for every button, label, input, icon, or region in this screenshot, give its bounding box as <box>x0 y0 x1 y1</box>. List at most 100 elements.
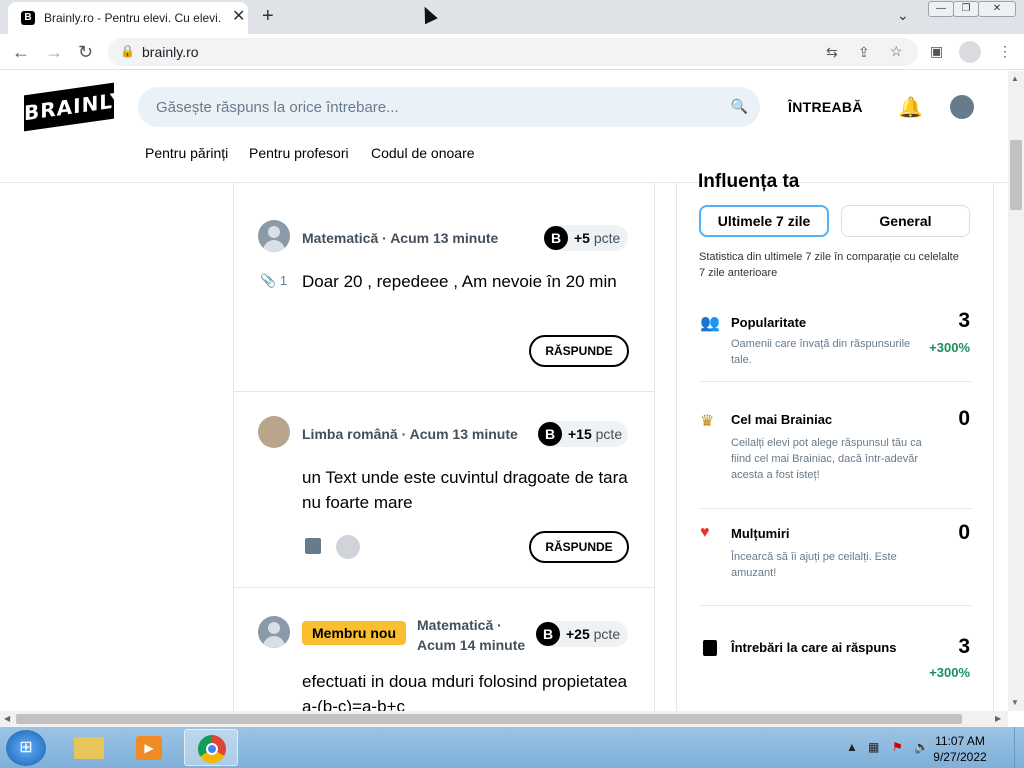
stat-title: Popularitate <box>731 315 807 330</box>
taskbar-clock[interactable]: 11:07 AM 9/27/2022 <box>930 733 990 765</box>
horizontal-scroll-thumb[interactable] <box>16 714 962 724</box>
nav-honor-code-link[interactable]: Codul de onoare <box>371 145 475 161</box>
search-input[interactable]: Găsește răspuns la orice întrebare... 🔍 <box>138 87 760 127</box>
reload-icon[interactable]: ↻ <box>78 43 93 61</box>
user-avatar[interactable] <box>950 95 974 119</box>
feed-left-border <box>233 183 234 711</box>
stat-change: +300% <box>929 665 970 680</box>
stat-title: Întrebări la care ai răspuns <box>731 640 897 655</box>
points-badge: B +25 pcte <box>536 621 628 647</box>
taskbar-chrome[interactable] <box>184 729 238 766</box>
stat-value: 0 <box>958 407 970 430</box>
ask-question-button[interactable]: ÎNTREABĂ <box>788 99 863 115</box>
network-icon[interactable]: ▦ <box>868 740 879 754</box>
translate-icon[interactable]: ⇆ <box>826 44 838 61</box>
question-subject[interactable]: Matematică · <box>417 615 525 635</box>
question-text[interactable]: Doar 20 , repedeee , Am nevoie în 20 min <box>302 269 632 294</box>
points-value: +5 <box>574 230 590 246</box>
clock-date: 9/27/2022 <box>933 750 987 764</box>
points-badge: B +5 pcte <box>544 225 628 251</box>
points-value: +15 <box>568 426 592 442</box>
stat-description: Oamenii care învață din răspunsurile tal… <box>731 338 911 366</box>
browser-menu-icon[interactable]: ⋮ <box>998 43 1012 60</box>
start-button[interactable]: ⊞ <box>6 730 46 766</box>
brainly-logo[interactable]: BRAINLY <box>24 82 125 132</box>
share-icon[interactable]: ⇪ <box>858 44 870 61</box>
side-panel-icon[interactable]: ▣ <box>930 43 943 60</box>
header-divider <box>0 182 1008 183</box>
tab-last-7-days[interactable]: Ultimele 7 zile <box>699 205 829 237</box>
stat-description: Încearcă să îi ajuți pe ceilalți. Este a… <box>731 551 897 579</box>
chrome-icon <box>198 735 226 763</box>
tray-expand-icon[interactable]: ▲ <box>846 740 858 754</box>
stat-title: Cel mai Brainiac <box>731 412 833 427</box>
address-bar[interactable]: 🔒 brainly.ro <box>108 38 918 66</box>
media-player-icon: ▶ <box>136 736 162 760</box>
minimize-button[interactable]: — <box>928 1 954 17</box>
question-text[interactable]: efectuati in doua mduri folosind propiet… <box>302 669 632 711</box>
taskbar-media-player[interactable]: ▶ <box>122 729 176 766</box>
question-text[interactable]: un Text unde este cuvintul dragoate de t… <box>302 465 632 515</box>
action-center-icon[interactable]: ⚑ <box>892 740 903 754</box>
scroll-right-arrow-icon[interactable]: ▶ <box>995 714 1001 723</box>
scroll-left-arrow-icon[interactable]: ◀ <box>4 714 10 723</box>
asker-avatar[interactable] <box>258 220 290 252</box>
notifications-bell-icon[interactable]: 🔔 <box>898 95 923 120</box>
stat-change: +300% <box>929 340 970 355</box>
question-time: Acum 13 minute <box>390 230 499 246</box>
forward-arrow-icon[interactable]: → <box>45 43 63 61</box>
asker-avatar[interactable] <box>258 416 290 448</box>
question-meta: Matematică · Acum 14 minute <box>417 615 525 655</box>
answerer-avatar[interactable] <box>336 535 360 559</box>
tab-search-chevron-icon[interactable]: ⌄ <box>897 7 909 24</box>
brainly-points-icon: B <box>538 422 562 446</box>
stat-divider <box>699 508 972 509</box>
scroll-up-arrow-icon[interactable]: ▲ <box>1011 74 1019 83</box>
stats-right-border <box>993 183 994 711</box>
close-tab-icon[interactable]: ✕ <box>232 8 245 26</box>
url-text: brainly.ro <box>142 44 199 60</box>
new-tab-button[interactable]: + <box>262 6 274 26</box>
asker-avatar[interactable] <box>258 616 290 648</box>
answer-button[interactable]: RĂSPUNDE <box>529 335 629 367</box>
restore-button[interactable]: ❐ <box>953 1 979 17</box>
attachment-number: 1 <box>279 273 288 288</box>
search-icon[interactable]: 🔍 <box>731 98 748 115</box>
lock-icon: 🔒 <box>120 44 135 58</box>
scroll-down-arrow-icon[interactable]: ▼ <box>1011 698 1019 707</box>
stats-description: Statistica din ultimele 7 zile în compar… <box>699 251 959 279</box>
bookmark-star-icon[interactable]: ☆ <box>890 43 903 60</box>
back-arrow-icon[interactable]: ← <box>12 43 30 61</box>
browser-tab[interactable]: B Brainly.ro - Pentru elevi. Cu elevi. ✕ <box>8 2 248 34</box>
question-subject[interactable]: Matematică <box>302 230 378 246</box>
close-window-button[interactable]: ✕ <box>978 1 1016 17</box>
question-meta: Matematică · Acum 13 minute <box>302 230 499 246</box>
question-divider <box>234 391 654 392</box>
profile-avatar-icon[interactable] <box>959 41 981 63</box>
brainly-points-icon: B <box>544 226 568 250</box>
heart-icon: ♥ <box>700 524 710 541</box>
nav-teachers-link[interactable]: Pentru profesori <box>249 145 349 161</box>
feed-right-border <box>654 183 655 711</box>
new-member-badge: Membru nou <box>302 621 406 645</box>
stat-title: Mulțumiri <box>731 526 790 541</box>
stat-divider <box>699 605 972 606</box>
taskbar-explorer[interactable] <box>62 729 116 766</box>
volume-icon[interactable]: 🔊 <box>914 740 929 754</box>
brainly-points-icon: B <box>536 622 560 646</box>
points-badge: B +15 pcte <box>538 421 628 447</box>
stats-left-border <box>676 183 677 711</box>
page-viewport: BRAINLY Găsește răspuns la orice întreba… <box>0 71 1008 711</box>
points-unit: pcte <box>593 626 621 642</box>
question-time: Acum 14 minute <box>417 637 526 653</box>
nav-parents-link[interactable]: Pentru părinți <box>145 145 228 161</box>
stat-value: 0 <box>958 521 970 544</box>
question-time: Acum 13 minute <box>409 426 518 442</box>
question-subject[interactable]: Limba română <box>302 426 398 442</box>
folder-icon <box>74 737 104 759</box>
points-unit: pcte <box>593 230 621 246</box>
tab-general[interactable]: General <box>841 205 970 237</box>
answer-button[interactable]: RĂSPUNDE <box>529 531 629 563</box>
show-desktop-button[interactable] <box>1014 727 1024 768</box>
vertical-scroll-thumb[interactable] <box>1010 140 1022 210</box>
